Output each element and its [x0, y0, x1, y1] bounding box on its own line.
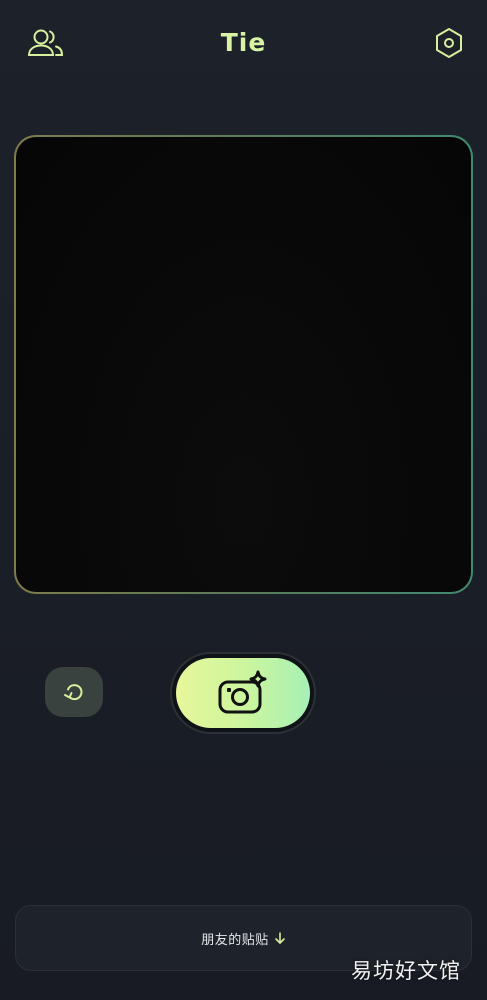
- shutter-button[interactable]: [176, 658, 310, 728]
- camera-viewfinder[interactable]: [16, 137, 471, 592]
- flip-camera-icon: [64, 684, 83, 701]
- camera-sparkle-icon: [218, 670, 267, 714]
- shutter-ring: [170, 652, 316, 734]
- flip-camera-button[interactable]: [45, 667, 103, 717]
- settings-hexagon-icon: [436, 28, 462, 58]
- friends-tie-label: 朋友的贴贴: [201, 932, 269, 948]
- camera-viewfinder-frame: [14, 135, 473, 594]
- app-title: Tie: [220, 28, 267, 57]
- arrow-down-icon: [274, 931, 286, 945]
- settings-button[interactable]: [432, 26, 466, 60]
- watermark-text: 易坊好文馆: [351, 959, 461, 983]
- app-header: Tie: [0, 0, 487, 86]
